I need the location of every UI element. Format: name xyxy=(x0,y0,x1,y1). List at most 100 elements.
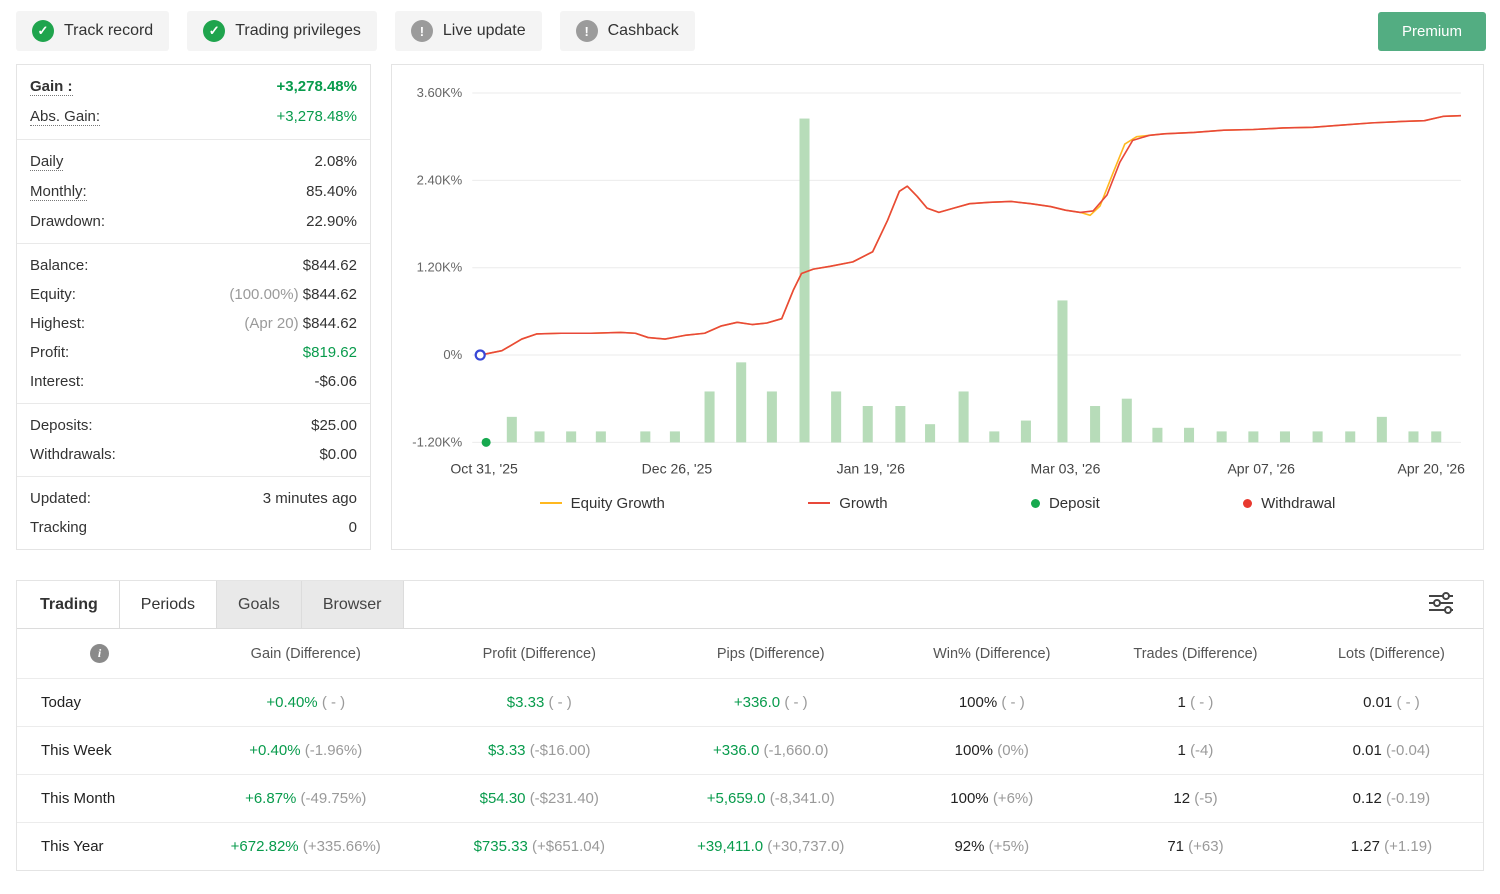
col-header-pips: Pips (Difference) xyxy=(649,629,892,679)
chart-panel: 3.60K%2.40K%1.20K%0%-1.20K%Oct 31, '25De… xyxy=(391,64,1484,550)
gain-label[interactable]: Gain : xyxy=(30,78,73,96)
col-header-lots: Lots (Difference) xyxy=(1300,629,1483,679)
badge-label: Live update xyxy=(443,22,526,40)
legend-label: Growth xyxy=(839,495,887,512)
profit-value: $819.62 xyxy=(303,344,357,361)
stat-row-highest: Highest: (Apr 20) $844.62 xyxy=(17,309,370,338)
interest-value: -$6.06 xyxy=(314,373,357,390)
badge-trading-privileges[interactable]: ✓ Trading privileges xyxy=(187,11,377,51)
profit-label: Profit: xyxy=(30,344,69,361)
table-row-this-month: This Month +6.87% (-49.75%) $54.30 (-$23… xyxy=(17,775,1483,823)
filter-sliders-icon xyxy=(1427,591,1455,615)
svg-text:Dec 26, '25: Dec 26, '25 xyxy=(642,460,713,476)
table-header-row: i Gain (Difference) Profit (Difference) … xyxy=(17,629,1483,679)
abs-gain-label[interactable]: Abs. Gain: xyxy=(30,108,100,126)
daily-label[interactable]: Daily xyxy=(30,153,63,171)
monthly-label[interactable]: Monthly: xyxy=(30,183,87,201)
equity-value: (100.00%) $844.62 xyxy=(229,286,357,303)
table-row-this-week: This Week +0.40% (-1.96%) $3.33 (-$16.00… xyxy=(17,727,1483,775)
stat-row-abs-gain: Abs. Gain: +3,278.48% xyxy=(17,102,370,132)
highest-date: (Apr 20) xyxy=(244,315,298,332)
deposits-label: Deposits: xyxy=(30,417,93,434)
equity-line-icon xyxy=(540,502,562,504)
stat-row-withdrawals: Withdrawals: $0.00 xyxy=(17,440,370,469)
growth-line-icon xyxy=(808,502,830,504)
stats-panel: Gain : +3,278.48% Abs. Gain: +3,278.48% … xyxy=(16,64,371,550)
svg-text:1.20K%: 1.20K% xyxy=(417,260,463,275)
equity-percent: (100.00%) xyxy=(229,286,298,303)
stat-row-interest: Interest: -$6.06 xyxy=(17,367,370,396)
highest-value: (Apr 20) $844.62 xyxy=(244,315,357,332)
deposits-value: $25.00 xyxy=(311,417,357,434)
balance-label: Balance: xyxy=(30,257,88,274)
stat-group-rates: Daily 2.08% Monthly: 85.40% Drawdown: 22… xyxy=(17,140,370,244)
legend-withdrawal[interactable]: Withdrawal xyxy=(1243,495,1335,512)
tab-bar: Trading Periods Goals Browser xyxy=(17,581,1483,629)
svg-text:2.40K%: 2.40K% xyxy=(417,172,463,187)
stat-row-deposits: Deposits: $25.00 xyxy=(17,411,370,440)
stat-row-balance: Balance: $844.62 xyxy=(17,251,370,280)
svg-text:0%: 0% xyxy=(443,347,462,362)
col-header-win: Win% (Difference) xyxy=(892,629,1091,679)
drawdown-label: Drawdown: xyxy=(30,213,105,230)
stat-row-drawdown: Drawdown: 22.90% xyxy=(17,207,370,236)
table-row-today: Today +0.40% ( - ) $3.33 ( - ) +336.0 ( … xyxy=(17,679,1483,727)
col-header-gain: Gain (Difference) xyxy=(182,629,429,679)
row-label: This Year xyxy=(17,823,182,871)
stat-group-deposits: Deposits: $25.00 Withdrawals: $0.00 xyxy=(17,404,370,477)
stat-row-gain: Gain : +3,278.48% xyxy=(17,72,370,102)
filter-button[interactable] xyxy=(1423,587,1459,622)
badge-live-update[interactable]: ! Live update xyxy=(395,11,542,51)
svg-text:Mar 03, '26: Mar 03, '26 xyxy=(1031,460,1101,476)
exclamation-icon: ! xyxy=(576,20,598,42)
col-header-trades: Trades (Difference) xyxy=(1091,629,1300,679)
svg-text:3.60K%: 3.60K% xyxy=(417,85,463,100)
stat-row-monthly: Monthly: 85.40% xyxy=(17,177,370,207)
interest-label: Interest: xyxy=(30,373,84,390)
updated-label: Updated: xyxy=(30,490,91,507)
stat-group-meta: Updated: 3 minutes ago Tracking 0 xyxy=(17,477,370,549)
legend-label: Deposit xyxy=(1049,495,1100,512)
monthly-value: 85.40% xyxy=(306,183,357,200)
daily-value: 2.08% xyxy=(314,153,357,170)
tab-periods[interactable]: Periods xyxy=(120,581,217,628)
exclamation-icon: ! xyxy=(411,20,433,42)
legend-equity-growth[interactable]: Equity Growth xyxy=(540,495,665,512)
svg-text:Jan 19, '26: Jan 19, '26 xyxy=(837,460,905,476)
deposit-dot-icon xyxy=(1031,499,1040,508)
highest-label: Highest: xyxy=(30,315,85,332)
premium-button[interactable]: Premium xyxy=(1378,12,1486,51)
badge-cashback[interactable]: ! Cashback xyxy=(560,11,695,51)
badge-track-record[interactable]: ✓ Track record xyxy=(16,11,169,51)
table-row-this-year: This Year +672.82% (+335.66%) $735.33 (+… xyxy=(17,823,1483,871)
chart-legend: Equity Growth Growth Deposit Withdrawal xyxy=(398,483,1477,528)
col-header-profit: Profit (Difference) xyxy=(429,629,649,679)
info-icon[interactable]: i xyxy=(90,644,109,663)
tracking-label: Tracking xyxy=(30,519,87,536)
tab-browser[interactable]: Browser xyxy=(302,581,404,628)
growth-chart[interactable]: 3.60K%2.40K%1.20K%0%-1.20K%Oct 31, '25De… xyxy=(398,77,1477,483)
top-status-bar: ✓ Track record ✓ Trading privileges ! Li… xyxy=(0,0,1500,62)
stat-row-daily: Daily 2.08% xyxy=(17,147,370,177)
tab-goals[interactable]: Goals xyxy=(217,581,302,628)
equity-label: Equity: xyxy=(30,286,76,303)
check-icon: ✓ xyxy=(32,20,54,42)
stat-group-gain: Gain : +3,278.48% Abs. Gain: +3,278.48% xyxy=(17,65,370,140)
balance-value: $844.62 xyxy=(303,257,357,274)
stat-row-equity: Equity: (100.00%) $844.62 xyxy=(17,280,370,309)
stat-row-profit: Profit: $819.62 xyxy=(17,338,370,367)
periods-panel: Trading Periods Goals Browser i Gain (Di… xyxy=(16,580,1484,871)
gain-value: +3,278.48% xyxy=(277,78,358,95)
legend-growth[interactable]: Growth xyxy=(808,495,887,512)
svg-text:-1.20K%: -1.20K% xyxy=(412,434,462,449)
tab-trading[interactable]: Trading xyxy=(17,581,120,628)
withdrawals-value: $0.00 xyxy=(319,446,357,463)
badge-label: Trading privileges xyxy=(235,22,361,40)
row-label: This Week xyxy=(17,727,182,775)
svg-text:Apr 07, '26: Apr 07, '26 xyxy=(1227,460,1295,476)
legend-deposit[interactable]: Deposit xyxy=(1031,495,1100,512)
abs-gain-value: +3,278.48% xyxy=(277,108,358,125)
badge-label: Cashback xyxy=(608,22,679,40)
legend-label: Equity Growth xyxy=(571,495,665,512)
check-icon: ✓ xyxy=(203,20,225,42)
